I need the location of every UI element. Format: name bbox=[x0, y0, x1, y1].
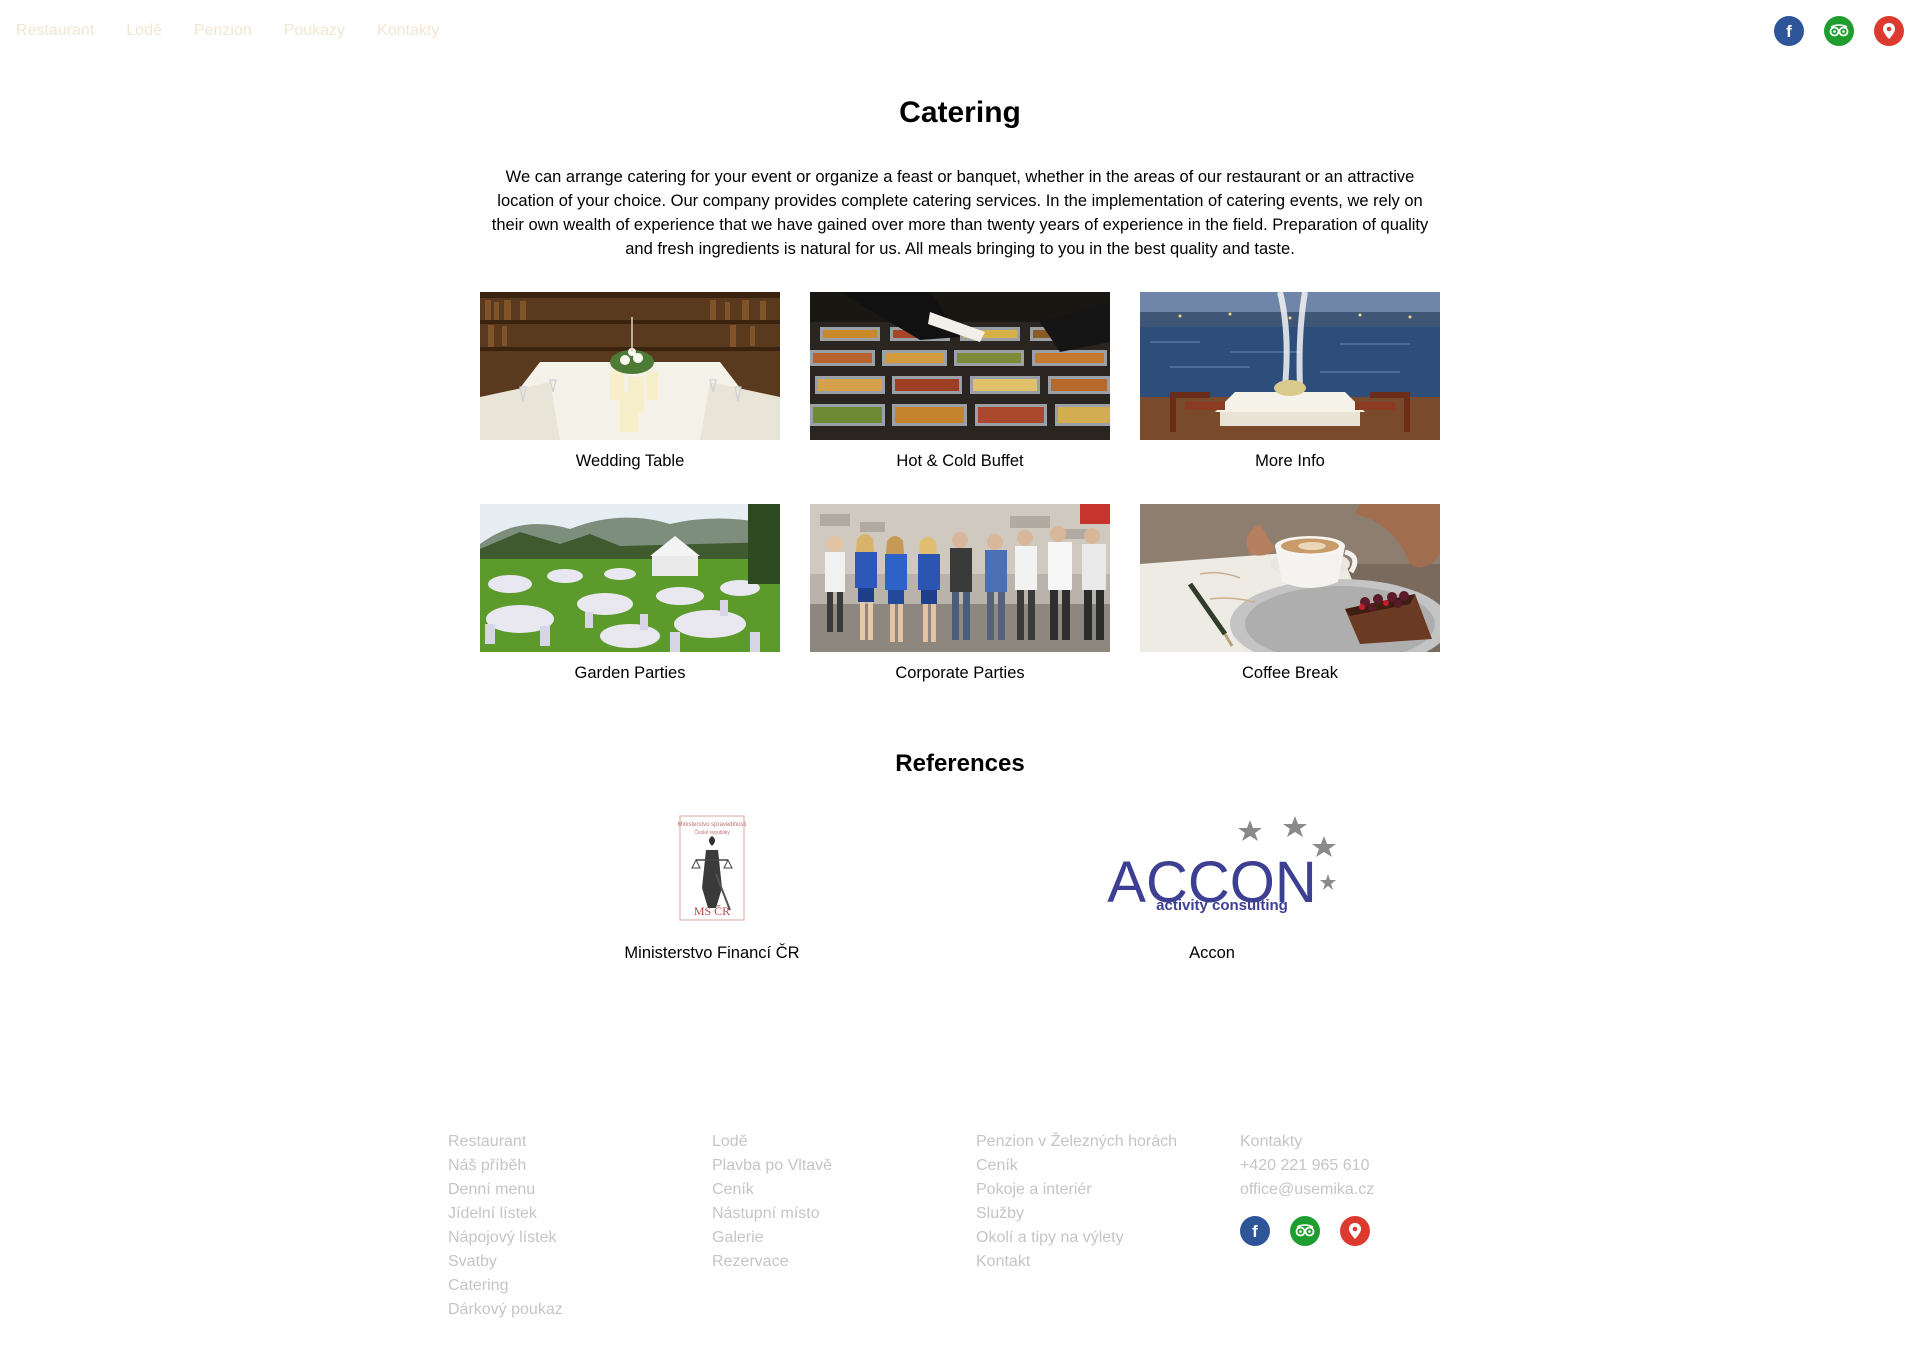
card-label: Coffee Break bbox=[1241, 664, 1338, 682]
card-hot-cold-buffet[interactable]: Hot & Cold Buffet bbox=[810, 292, 1110, 472]
nav-penzion[interactable]: Penzion bbox=[194, 22, 252, 40]
footer-link[interactable]: Jídelní lístek bbox=[448, 1202, 712, 1226]
card-label: Hot & Cold Buffet bbox=[896, 452, 1024, 470]
references-title: References bbox=[895, 750, 1025, 777]
card-coffee-break[interactable]: Coffee Break bbox=[1140, 504, 1440, 684]
garden-party-image bbox=[480, 504, 780, 652]
reference-label: Accon bbox=[1189, 944, 1235, 962]
card-garden-parties[interactable]: Garden Parties bbox=[480, 504, 780, 684]
footer: Restaurant Náš příběh Denní menu Jídelní… bbox=[448, 1130, 1504, 1322]
card-corporate-parties[interactable]: Corporate Parties bbox=[810, 504, 1110, 684]
tripadvisor-icon[interactable] bbox=[1824, 16, 1854, 46]
footer-column-restaurant: Restaurant Náš příběh Denní menu Jídelní… bbox=[448, 1130, 712, 1322]
facebook-icon[interactable]: f bbox=[1774, 16, 1804, 46]
buffet-image bbox=[810, 292, 1110, 440]
card-more-info[interactable]: More Info bbox=[1140, 292, 1440, 472]
wedding-table-image bbox=[480, 292, 780, 440]
footer-link[interactable]: Dárkový poukaz bbox=[448, 1298, 712, 1322]
footer-link[interactable]: Okolí a tipy na výlety bbox=[976, 1226, 1240, 1250]
social-links-top: f bbox=[1774, 16, 1904, 46]
ministerstvo-logo: Ministerstvo spravedlnosti České republi… bbox=[612, 812, 812, 924]
reference-accon[interactable]: ACCON activity consulting Accon bbox=[1082, 812, 1342, 963]
svg-text:České republiky: České republiky bbox=[694, 829, 730, 836]
corporate-party-image bbox=[810, 504, 1110, 652]
svg-text:f: f bbox=[1786, 22, 1792, 41]
card-label: Garden Parties bbox=[574, 664, 686, 682]
page-title: Catering bbox=[899, 96, 1021, 129]
map-pin-icon[interactable] bbox=[1874, 16, 1904, 46]
accon-logo-subtext: activity consulting bbox=[1156, 897, 1288, 914]
river-dinner-image bbox=[1140, 292, 1440, 440]
footer-link[interactable]: Denní menu bbox=[448, 1178, 712, 1202]
footer-link[interactable]: Lodě bbox=[712, 1130, 976, 1154]
card-label: Wedding Table bbox=[575, 452, 685, 470]
top-nav: Restaurant Lodě Penzion Poukazy Kontakty bbox=[16, 22, 439, 40]
nav-kontakty[interactable]: Kontakty bbox=[377, 22, 439, 40]
social-links-footer: f bbox=[1240, 1216, 1504, 1246]
footer-link[interactable]: Služby bbox=[976, 1202, 1240, 1226]
footer-column-penzion: Penzion v Železných horách Ceník Pokoje … bbox=[976, 1130, 1240, 1322]
footer-link[interactable]: Nápojový lístek bbox=[448, 1226, 712, 1250]
footer-link[interactable]: Ceník bbox=[712, 1178, 976, 1202]
footer-column-lode: Lodě Plavba po Vltavě Ceník Nástupní mís… bbox=[712, 1130, 976, 1322]
card-label: More Info bbox=[1255, 452, 1325, 470]
card-wedding-table[interactable]: Wedding Table bbox=[480, 292, 780, 472]
svg-text:Ministerstvo spravedlnosti: Ministerstvo spravedlnosti bbox=[677, 822, 746, 828]
footer-link[interactable]: Catering bbox=[448, 1274, 712, 1298]
nav-poukazy[interactable]: Poukazy bbox=[284, 22, 345, 40]
footer-link[interactable]: Galerie bbox=[712, 1226, 976, 1250]
facebook-icon[interactable]: f bbox=[1240, 1216, 1270, 1246]
footer-link[interactable]: Rezervace bbox=[712, 1250, 976, 1274]
coffee-break-image bbox=[1140, 504, 1440, 652]
catering-grid: Wedding Table Hot & Cold Buffet More Inf… bbox=[480, 292, 1440, 684]
footer-column-kontakty: Kontakty +420 221 965 610 office@usemika… bbox=[1240, 1130, 1504, 1322]
reference-label: Ministerstvo Financí ČR bbox=[624, 944, 800, 962]
footer-email[interactable]: office@usemika.cz bbox=[1240, 1178, 1504, 1202]
footer-link[interactable]: Ceník bbox=[976, 1154, 1240, 1178]
intro-text: We can arrange catering for your event o… bbox=[491, 168, 1429, 258]
footer-link[interactable]: Restaurant bbox=[448, 1130, 712, 1154]
ministerstvo-logo-text: MS ČR bbox=[694, 904, 730, 918]
footer-link[interactable]: Penzion v Železných horách bbox=[976, 1130, 1240, 1154]
footer-phone[interactable]: +420 221 965 610 bbox=[1240, 1154, 1504, 1178]
reference-ministerstvo[interactable]: Ministerstvo spravedlnosti České republi… bbox=[612, 812, 812, 963]
footer-link[interactable]: Svatby bbox=[448, 1250, 712, 1274]
footer-link[interactable]: Kontakt bbox=[976, 1250, 1240, 1274]
footer-link[interactable]: Pokoje a interiér bbox=[976, 1178, 1240, 1202]
footer-link-kontakty[interactable]: Kontakty bbox=[1240, 1130, 1504, 1154]
nav-restaurant[interactable]: Restaurant bbox=[16, 22, 94, 40]
footer-link[interactable]: Plavba po Vltavě bbox=[712, 1154, 976, 1178]
footer-link[interactable]: Nástupní místo bbox=[712, 1202, 976, 1226]
map-pin-icon[interactable] bbox=[1340, 1216, 1370, 1246]
tripadvisor-icon[interactable] bbox=[1290, 1216, 1320, 1246]
nav-lode[interactable]: Lodě bbox=[126, 22, 162, 40]
card-label: Corporate Parties bbox=[895, 664, 1025, 682]
svg-text:f: f bbox=[1252, 1222, 1258, 1241]
footer-link[interactable]: Náš příběh bbox=[448, 1154, 712, 1178]
accon-logo: ACCON activity consulting bbox=[1082, 812, 1342, 924]
